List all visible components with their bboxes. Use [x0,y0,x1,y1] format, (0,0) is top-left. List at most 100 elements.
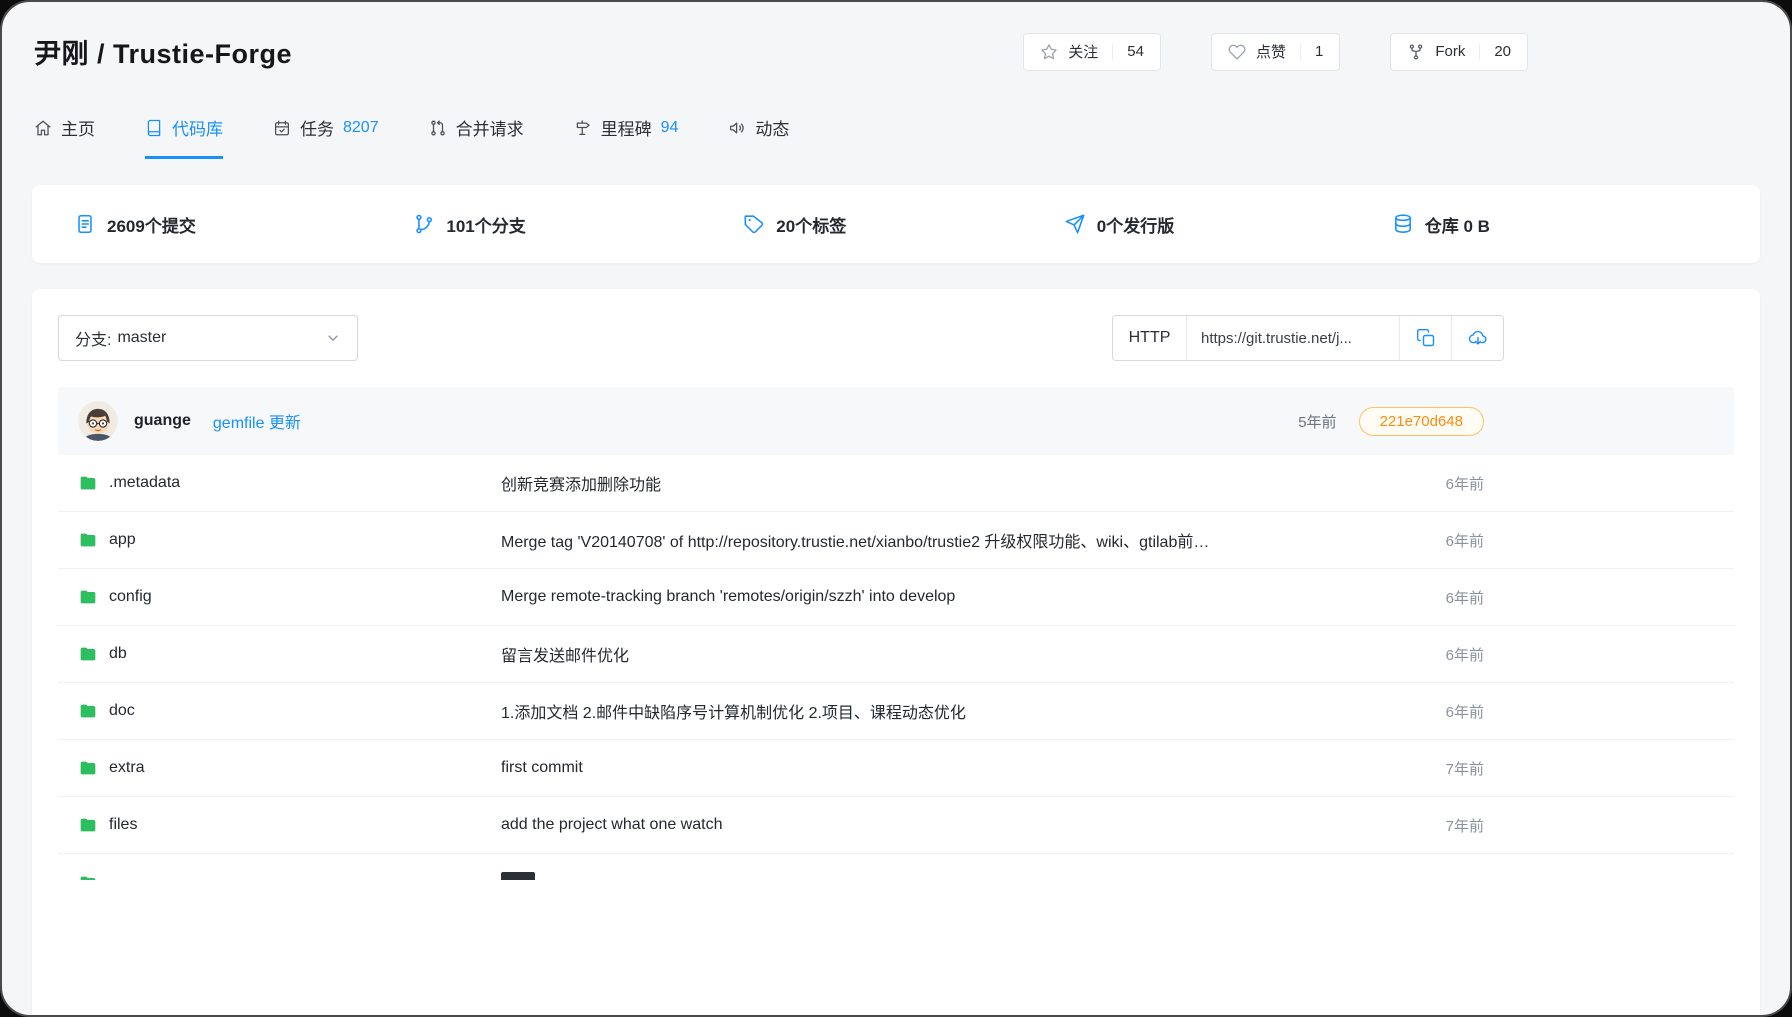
stat-label: 20个标签 [776,212,846,237]
file-row-partial [58,854,1734,880]
stat-label: 2609个提交 [107,212,196,237]
file-commit-time: 6年前 [1404,530,1484,551]
heart-icon [1228,43,1246,61]
file-row[interactable]: config Merge remote-tracking branch 'rem… [58,569,1734,626]
repo-header: 尹刚 / Trustie-Forge 关注 54 点赞 1 [2,2,1790,71]
tab-label: 代码库 [172,115,223,140]
tab-code[interactable]: 代码库 [145,115,223,159]
protocol-button[interactable]: HTTP [1113,316,1187,360]
repo-toolbar: 分支: master HTTP [58,315,1734,361]
stat-repo-size[interactable]: 仓库 0 B [1392,212,1490,237]
file-row[interactable]: app Merge tag 'V20140708' of http://repo… [58,512,1734,569]
commit-hash-badge[interactable]: 221e70d648 [1359,407,1484,436]
file-row[interactable]: .metadata 创新竞赛添加删除功能 6年前 [58,455,1734,512]
folder-icon [78,530,98,550]
stat-releases[interactable]: 0个发行版 [1064,212,1174,237]
tab-milestones[interactable]: 里程碑 94 [574,115,679,159]
file-commit-time: 6年前 [1404,644,1484,665]
copy-icon [1416,328,1436,348]
divider [1479,44,1480,60]
megaphone-icon [728,119,746,137]
tab-count-badge: 8207 [343,119,379,137]
branch-icon [413,213,435,235]
branch-label: 分支: [75,326,111,350]
like-button[interactable]: 点赞 1 [1211,33,1340,71]
divider [1300,44,1301,60]
watch-label: 关注 [1068,41,1098,62]
repo-stats-bar: 2609个提交 101个分支 20个标签 0个发行版 仓库 0 B [32,185,1760,263]
file-commit-message[interactable]: add the project what one watch [501,816,1404,834]
clone-url-group: HTTP [1112,315,1504,361]
file-commit-message[interactable]: 留言发送邮件优化 [501,642,1404,666]
stat-commits[interactable]: 2609个提交 [74,212,196,237]
divider [1112,44,1113,60]
file-row[interactable]: extra first commit 7年前 [58,740,1734,797]
file-commit-message[interactable]: 1.添加文档 2.邮件中缺陷序号计算机制优化 2.项目、课程动态优化 [501,699,1404,723]
clone-url-input[interactable] [1187,316,1399,360]
file-name-cell: db [78,644,501,664]
file-list: .metadata 创新竞赛添加删除功能 6年前 app Merge tag '… [58,455,1734,880]
file-name[interactable]: app [109,531,136,549]
app-window: 尹刚 / Trustie-Forge 关注 54 点赞 1 [0,0,1792,1017]
like-label: 点赞 [1256,41,1286,62]
file-name-cell: doc [78,701,501,721]
branch-value: master [117,329,166,347]
file-name[interactable]: .metadata [109,474,180,492]
file-commit-message[interactable]: first commit [501,759,1404,777]
copy-url-button[interactable] [1399,316,1451,360]
file-name[interactable]: extra [109,759,145,777]
stat-label: 0个发行版 [1097,212,1174,237]
folder-icon [78,473,98,493]
tab-label: 任务 [300,115,334,140]
chevron-down-icon [325,330,341,346]
file-commit-time: 6年前 [1404,701,1484,722]
download-button[interactable] [1451,316,1503,360]
tab-home[interactable]: 主页 [34,115,95,159]
tab-label: 主页 [61,115,95,140]
stat-label: 101个分支 [446,212,525,237]
file-name[interactable]: files [109,816,137,834]
page-title: 尹刚 / Trustie-Forge [34,32,292,71]
database-icon [1392,213,1414,235]
file-row[interactable]: db 留言发送邮件优化 6年前 [58,626,1734,683]
tab-activity[interactable]: 动态 [728,115,789,159]
home-icon [34,119,52,137]
file-name[interactable]: doc [109,702,135,720]
file-name-cell: config [78,587,501,607]
file-row[interactable]: doc 1.添加文档 2.邮件中缺陷序号计算机制优化 2.项目、课程动态优化 6… [58,683,1734,740]
fork-count: 20 [1494,43,1511,60]
tab-issues[interactable]: 任务 8207 [273,115,379,159]
file-row[interactable]: files add the project what one watch 7年前 [58,797,1734,854]
folder-icon [78,701,98,721]
folder-icon [78,873,98,881]
tab-label: 里程碑 [601,115,652,140]
avatar[interactable] [78,401,118,441]
file-name-cell [78,873,501,881]
branch-selector[interactable]: 分支: master [58,315,358,361]
clipped-text [501,872,535,880]
folder-icon [78,758,98,778]
commit-message-link[interactable]: gemfile 更新 [213,409,301,433]
partial-row-content [58,854,1734,880]
tab-merge-requests[interactable]: 合并请求 [429,115,524,159]
file-commit-time: 7年前 [1404,758,1484,779]
fork-button[interactable]: Fork 20 [1390,33,1528,71]
file-commit-time: 6年前 [1404,587,1484,608]
repo-icon [145,119,163,137]
watch-button[interactable]: 关注 54 [1023,33,1161,71]
file-commit-time: 7年前 [1404,815,1484,836]
file-commit-message[interactable]: Merge remote-tracking branch 'remotes/or… [501,588,1404,606]
stat-branches[interactable]: 101个分支 [413,212,525,237]
file-commit-message[interactable]: 创新竞赛添加删除功能 [501,471,1404,495]
commit-time: 5年前 [1298,411,1336,432]
file-name[interactable]: db [109,645,127,663]
folder-icon [78,587,98,607]
star-icon [1040,43,1058,61]
milestone-icon [574,119,592,137]
commit-author[interactable]: guange [134,412,191,430]
stat-tags[interactable]: 20个标签 [743,212,846,237]
file-commit-message [501,872,1404,880]
file-name-cell: extra [78,758,501,778]
file-commit-message[interactable]: Merge tag 'V20140708' of http://reposito… [501,528,1404,552]
file-name[interactable]: config [109,588,152,606]
